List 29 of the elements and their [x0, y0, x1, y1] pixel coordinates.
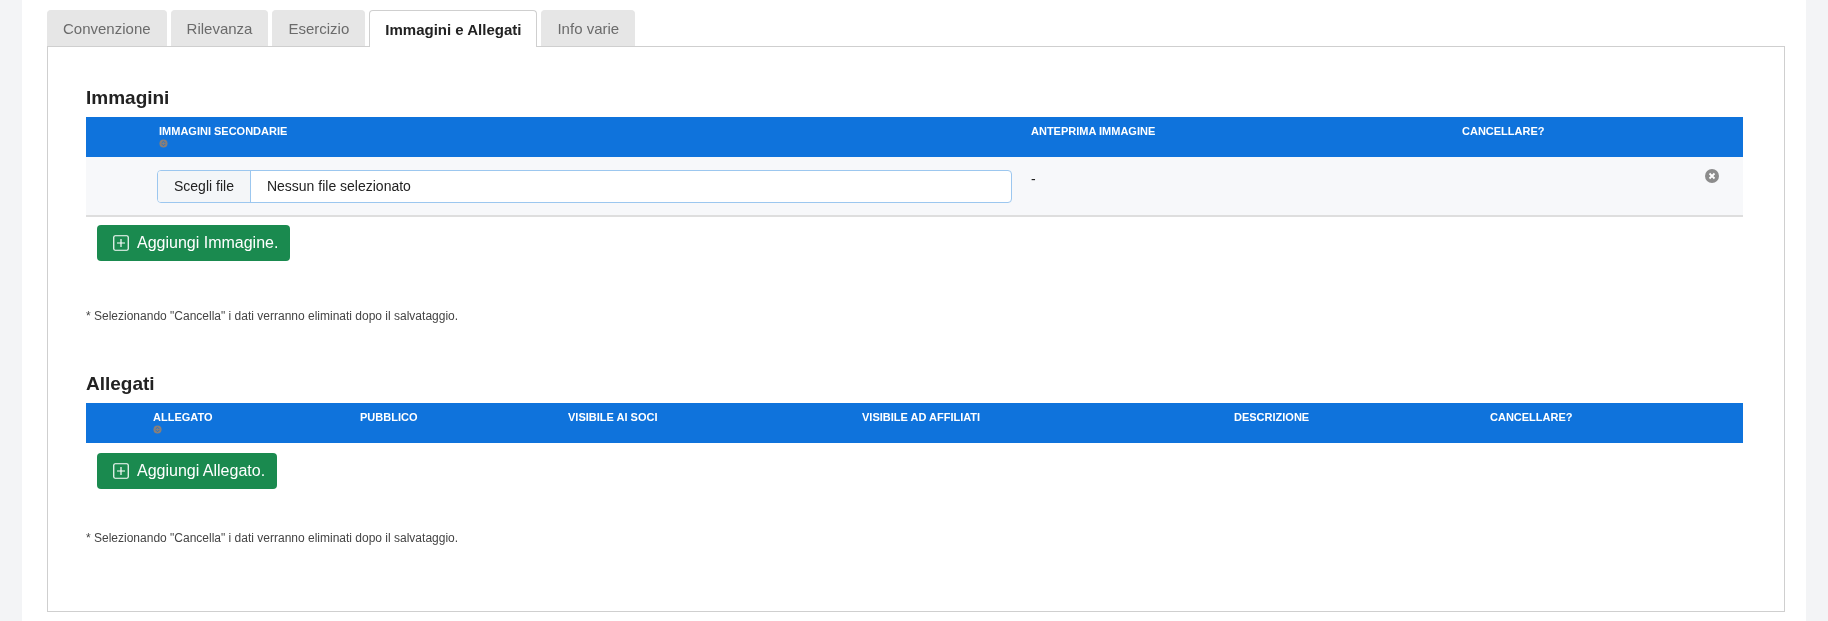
- column-header: CANCELLARE?: [1490, 411, 1573, 423]
- tab[interactable]: Info varie: [541, 10, 636, 46]
- add-button[interactable]: Aggiungi Allegato.: [97, 453, 278, 489]
- tab[interactable]: Convenzione: [47, 10, 167, 46]
- preview-cell-text: -: [1031, 170, 1037, 187]
- section-heading: Immagini: [86, 87, 171, 109]
- column-header: ALLEGATO: [153, 411, 213, 423]
- sort-icon[interactable]: [153, 425, 162, 434]
- column-header: PUBBLICO: [360, 411, 418, 423]
- sort-icon[interactable]: [159, 139, 168, 148]
- note-text: * Selezionando "Cancella" i dati verranno eliminati dopo il salvataggio.: [86, 309, 460, 323]
- close-icon[interactable]: [1705, 169, 1719, 183]
- plus-icon: [113, 235, 129, 251]
- file-input[interactable]: Scegli file Nessun file selezionato: [157, 169, 1012, 203]
- file-status: Nessun file selezionato: [265, 177, 411, 196]
- tab[interactable]: Immagini e Allegati: [369, 10, 538, 47]
- add-button[interactable]: Aggiungi Immagine.: [97, 225, 291, 261]
- column-header: CANCELLARE?: [1462, 125, 1545, 137]
- column-header: IMMAGINI SECONDARIE: [159, 125, 288, 137]
- choose-file-button[interactable]: Scegli file: [158, 170, 251, 202]
- tab[interactable]: Esercizio: [272, 10, 366, 46]
- column-header: VISIBILE AD AFFILIATI: [862, 411, 981, 423]
- note-text: * Selezionando "Cancella" i dati verranno eliminati dopo il salvataggio.: [86, 531, 460, 545]
- plus-icon: [113, 463, 129, 479]
- tab[interactable]: Rilevanza: [170, 10, 269, 46]
- column-header: DESCRIZIONE: [1234, 411, 1310, 423]
- column-header: VISIBILE AI SOCI: [568, 411, 658, 423]
- column-header: ANTEPRIMA IMMAGINE: [1031, 125, 1156, 137]
- section-heading: Allegati: [86, 373, 156, 395]
